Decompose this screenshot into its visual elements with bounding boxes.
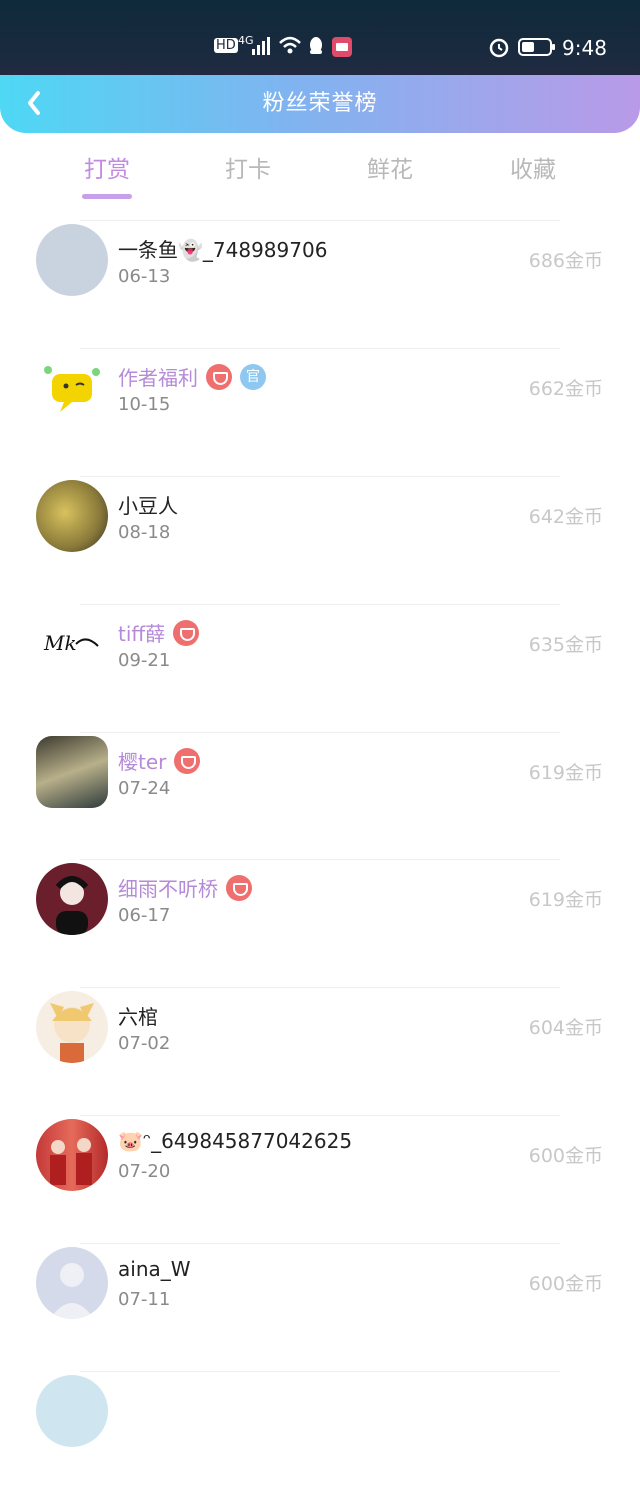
signal-icon [252, 35, 272, 60]
divider [80, 1115, 560, 1116]
fan-coins: 600金币 [528, 1273, 603, 1295]
divider [80, 348, 560, 349]
fan-name: 樱ter [118, 746, 201, 775]
svg-text:Mk: Mk [43, 631, 77, 655]
battery-icon [518, 37, 556, 62]
fan-date: 07-02 [118, 1033, 171, 1054]
fan-date: 08-18 [118, 522, 171, 543]
avatar[interactable] [36, 224, 108, 296]
avatar[interactable] [36, 1375, 108, 1447]
fan-date: 06-13 [118, 266, 171, 287]
avatar[interactable]: Mk [36, 608, 108, 680]
fan-coins: 600金币 [528, 1145, 603, 1167]
page-title: 粉丝荣誉榜 [262, 91, 378, 116]
fan-row[interactable]: 六棺 07-02 604金币 [0, 987, 640, 1116]
avatar[interactable] [36, 480, 108, 552]
tab-checkin[interactable]: 打卡 [198, 150, 298, 184]
tab-active-indicator [82, 194, 132, 199]
vip-diamond-icon [173, 619, 200, 646]
tab-label: 收藏 [510, 157, 556, 183]
fan-row[interactable]: 细雨不听桥 06-17 619金币 [0, 859, 640, 988]
wifi-icon [278, 35, 302, 60]
fan-coins: 619金币 [528, 762, 603, 784]
fan-coins: 635金币 [528, 634, 603, 656]
avatar[interactable] [36, 1119, 108, 1191]
divider [80, 604, 560, 605]
divider [80, 1371, 560, 1372]
tab-label: 打卡 [225, 157, 271, 183]
divider [80, 987, 560, 988]
vip-diamond-icon [226, 874, 252, 901]
divider [80, 476, 560, 477]
fan-name: 作者福利 官 [118, 362, 266, 391]
app-notification-icon [332, 37, 352, 62]
fan-name: 细雨不听桥 [118, 873, 252, 902]
fan-row[interactable]: aina_W 07-11 600金币 [0, 1243, 640, 1372]
divider [80, 220, 560, 221]
fan-name: 一条鱼👻_748989706 [118, 238, 328, 262]
default-avatar-icon[interactable] [36, 1247, 108, 1319]
fan-row[interactable]: Mk tiff薛 09-21 635金币 [0, 604, 640, 733]
fan-date: 09-21 [118, 650, 171, 671]
fan-coins: 642金币 [528, 506, 603, 528]
fan-row[interactable]: 小豆人 08-18 642金币 [0, 476, 640, 605]
fan-name: aina_W [118, 1257, 191, 1281]
fan-name: 六棺 [118, 1005, 158, 1029]
fan-date: 07-11 [118, 1289, 171, 1310]
fan-date: 10-15 [118, 394, 171, 415]
fan-row-partial[interactable] [0, 1371, 640, 1500]
avatar[interactable] [36, 863, 108, 935]
alarm-icon [488, 36, 510, 63]
title-bar: 粉丝荣誉榜 [0, 75, 640, 133]
divider [80, 1243, 560, 1244]
tab-favorites[interactable]: 收藏 [483, 150, 583, 184]
vip-diamond-icon [206, 363, 232, 390]
avatar[interactable] [36, 352, 108, 424]
divider [80, 732, 560, 733]
fan-coins: 619金币 [528, 889, 603, 911]
fan-date: 07-20 [118, 1161, 171, 1182]
divider [80, 859, 560, 860]
avatar[interactable] [36, 991, 108, 1063]
tab-label: 打赏 [84, 157, 130, 183]
qq-icon [307, 36, 325, 61]
fan-coins: 686金币 [528, 250, 603, 272]
tab-flowers[interactable]: 鲜花 [340, 150, 440, 184]
avatar[interactable] [36, 736, 108, 808]
hd-icon: HD [214, 38, 238, 53]
fan-row[interactable]: 樱ter 07-24 619金币 [0, 732, 640, 861]
tab-reward[interactable]: 打赏 [57, 150, 157, 199]
fan-row[interactable]: 🐷ᵔ_649845877042625 07-20 600金币 [0, 1115, 640, 1244]
tab-label: 鲜花 [367, 157, 413, 183]
fan-date: 06-17 [118, 905, 171, 926]
tab-bar: 打赏 打卡 鲜花 收藏 [0, 150, 640, 206]
official-icon: 官 [240, 363, 266, 390]
vip-diamond-icon [174, 747, 201, 774]
fan-coins: 604金币 [528, 1017, 603, 1039]
fan-name: tiff薛 [118, 618, 200, 647]
fan-row[interactable]: 作者福利 官 10-15 662金币 [0, 348, 640, 477]
clock-time: 9:48 [562, 36, 607, 60]
fan-coins: 662金币 [528, 378, 603, 400]
fan-name: 🐷ᵔ_649845877042625 [118, 1129, 353, 1153]
fan-row[interactable]: 一条鱼👻_748989706 06-13 686金币 [0, 220, 640, 349]
fan-name: 小豆人 [118, 494, 178, 518]
fan-date: 07-24 [118, 778, 171, 799]
